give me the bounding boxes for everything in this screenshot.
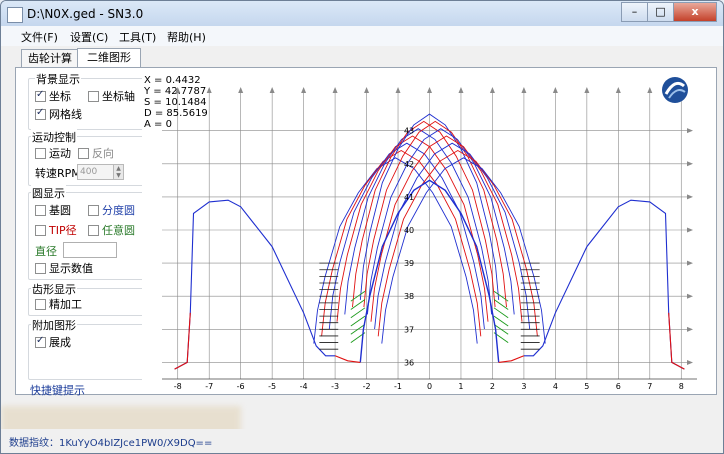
- x-tick-label: 0: [427, 382, 432, 391]
- y-tick-label: 37: [404, 325, 414, 334]
- pitch-circle-checkbox[interactable]: [88, 205, 99, 216]
- menu-tools[interactable]: 工具(T): [119, 29, 156, 45]
- menu-help[interactable]: 帮助(H): [167, 29, 206, 45]
- group-extra-graphics: 附加图形 展成: [28, 317, 152, 380]
- status-bar: 数据指纹：1KuYyO4bIZJce1PW0/X9DQ==: [1, 429, 723, 453]
- minimize-button[interactable]: –: [621, 2, 648, 22]
- readout-a: A = 0: [144, 119, 172, 130]
- any-circle-label: 任意圆: [102, 224, 135, 237]
- x-tick-label: 4: [553, 382, 558, 391]
- menu-bar: 文件(F) 设置(C) 工具(T) 帮助(H): [1, 26, 723, 46]
- y-tick-label: 38: [404, 292, 414, 301]
- shortcut-hint-link[interactable]: 快捷键提示: [30, 382, 85, 398]
- app-icon: [7, 7, 23, 23]
- move-label: 运动: [49, 147, 71, 160]
- title-bar[interactable]: D:\N0X.ged - SN3.0 – □ x: [1, 1, 723, 26]
- group-circle-display: 圆显示 基圆 分度圆 TIP径 任意圆 直径 显示数值: [28, 185, 152, 280]
- x-tick-label: 8: [679, 382, 684, 391]
- finish-checkbox[interactable]: [35, 299, 46, 310]
- diameter-input[interactable]: [63, 242, 117, 258]
- readout-y: Y = 42.7787: [143, 86, 206, 97]
- group-tooth-display: 齿形显示 精加工: [28, 281, 152, 316]
- x-tick-label: -3: [331, 382, 339, 391]
- x-tick-label: -4: [300, 382, 308, 391]
- group-background-display: 背景显示 坐标 坐标轴 网格线: [28, 71, 152, 130]
- x-tick-label: 7: [647, 382, 652, 391]
- group-title-motion: 运动控制: [31, 129, 77, 145]
- base-circle-checkbox[interactable]: [35, 205, 46, 216]
- group-title-extra: 附加图形: [31, 317, 77, 333]
- tab-gear-calc[interactable]: 齿轮计算: [21, 49, 79, 67]
- readout-d: D = 85.5619: [144, 108, 208, 119]
- y-tick-label: 41: [404, 193, 414, 202]
- coord-checkbox[interactable]: [35, 89, 46, 102]
- gear-plot-canvas[interactable]: -8 -7 -6 -5 -4 -3 -2 -1 0 1 2 3 4 5 6 7 8 36 37 38 39 40 41 42 4…: [142, 73, 701, 393]
- x-tick-label: -7: [205, 382, 213, 391]
- speed-label: 转速RPM: [35, 167, 81, 180]
- pitch-circle-label: 分度圆: [102, 204, 135, 217]
- readout-s: S = 10.1484: [144, 97, 206, 108]
- y-tick-label: 42: [404, 160, 414, 169]
- tab-2d-graph[interactable]: 二维图形: [77, 48, 141, 68]
- x-tick-label: 2: [490, 382, 495, 391]
- close-button[interactable]: x: [673, 2, 717, 22]
- y-tick-label: 43: [404, 127, 414, 136]
- reverse-checkbox[interactable]: [78, 148, 89, 159]
- diameter-label: 直径: [35, 245, 57, 258]
- y-tick-label: 39: [404, 259, 414, 268]
- menu-file[interactable]: 文件(F): [21, 29, 58, 45]
- window-title: D:\N0X.ged - SN3.0: [27, 7, 144, 21]
- finish-label: 精加工: [49, 298, 82, 311]
- speed-input[interactable]: 400: [77, 164, 115, 180]
- x-tick-label: 1: [458, 382, 463, 391]
- readout-x: X = 0.4432: [144, 75, 201, 86]
- group-title-tooth: 齿形显示: [31, 281, 77, 297]
- generation-checkbox[interactable]: [35, 335, 46, 348]
- coord-label: 坐标: [49, 90, 71, 103]
- x-tick-label: -2: [363, 382, 371, 391]
- axis-checkbox[interactable]: [88, 91, 99, 102]
- menu-settings[interactable]: 设置(C): [70, 29, 108, 45]
- show-value-checkbox[interactable]: [35, 263, 46, 274]
- logo-icon: [662, 77, 688, 103]
- maximize-button[interactable]: □: [647, 2, 674, 22]
- y-tick-label: 36: [404, 358, 414, 367]
- move-checkbox[interactable]: [35, 148, 46, 159]
- speed-stepper[interactable]: ▲ ▼: [113, 164, 124, 180]
- axis-label: 坐标轴: [102, 90, 135, 103]
- x-tick-label: 6: [616, 382, 621, 391]
- group-title-circles: 圆显示: [31, 185, 66, 201]
- tip-diameter-checkbox[interactable]: [35, 225, 46, 236]
- any-circle-checkbox[interactable]: [88, 225, 99, 236]
- group-title-background: 背景显示: [35, 71, 81, 87]
- group-motion-control: 运动控制 运动 反向 转速RPM 400 ▲ ▼: [28, 129, 152, 186]
- x-tick-label: -6: [237, 382, 245, 391]
- plot-background: [142, 73, 701, 393]
- show-value-label: 显示数值: [49, 262, 93, 275]
- x-tick-label: -8: [174, 382, 182, 391]
- grid-label: 网格线: [49, 108, 82, 121]
- reverse-label: 反向: [92, 147, 114, 160]
- x-tick-label: 5: [584, 382, 589, 391]
- grid-checkbox[interactable]: [35, 107, 46, 120]
- x-tick-label: -5: [268, 382, 276, 391]
- tip-diameter-label: TIP径: [49, 224, 77, 237]
- generation-label: 展成: [49, 336, 71, 349]
- status-fingerprint: 数据指纹：1KuYyO4bIZJce1PW0/X9DQ==: [9, 438, 213, 449]
- x-tick-label: -1: [394, 382, 402, 391]
- x-tick-label: 3: [521, 382, 526, 391]
- base-circle-label: 基圆: [49, 204, 71, 217]
- y-tick-label: 40: [404, 226, 414, 235]
- main-window: D:\N0X.ged - SN3.0 – □ x 文件(F) 设置(C) 工具(…: [0, 0, 724, 454]
